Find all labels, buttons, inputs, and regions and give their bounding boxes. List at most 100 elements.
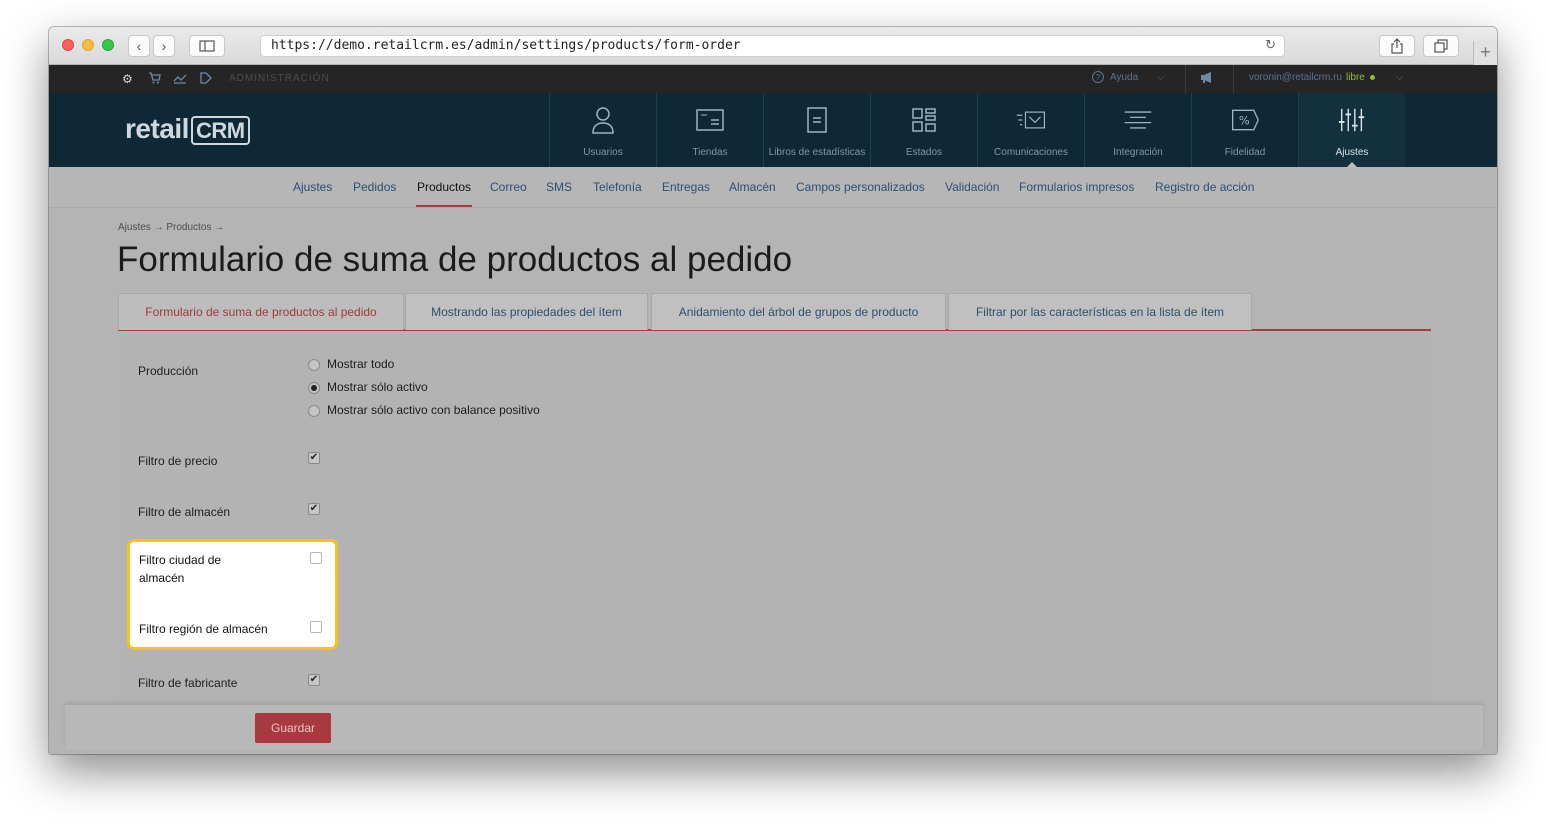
nav-item-usuarios[interactable]: Usuarios <box>549 93 656 167</box>
subnav-item-formularios-impresos[interactable]: Formularios impresos <box>1019 180 1134 194</box>
nav-item-label: Fidelidad <box>1224 147 1266 158</box>
status-dot <box>1369 74 1375 80</box>
nav-item-tiendas[interactable]: Tiendas <box>656 93 763 167</box>
filtro-ciudad-label: Filtro ciudad de almacén <box>139 553 222 585</box>
help-link[interactable]: ? Ayuda ⌵ <box>1092 71 1165 83</box>
admin-bar: ⚙ ADMINISTRACIÓN ? Ayuda ⌵ voronin@retail… <box>49 65 1497 93</box>
nav-item-label: Comunicaciones <box>994 147 1068 158</box>
subnav-item-sms[interactable]: SMS <box>546 180 572 194</box>
nav-item-label: Integración <box>1113 147 1163 158</box>
filtro-fabricante-label: Filtro de fabricante <box>138 676 238 690</box>
filtro-precio-label: Filtro de precio <box>138 454 218 468</box>
settings-subnav: Ajustes Pedidos Productos Correo SMS Telefoní… <box>49 167 1497 208</box>
nav-item-label: Estados <box>905 147 943 158</box>
subnav-item-pedidos[interactable]: Pedidos <box>353 180 396 194</box>
logo-text: retail <box>125 113 189 144</box>
integration-icon <box>1123 105 1153 135</box>
grid-icon <box>909 105 939 135</box>
user-icon <box>588 105 618 135</box>
share-icon <box>1391 38 1403 54</box>
tab-propiedades[interactable]: Mostrando las propiedades del ítem <box>405 293 648 330</box>
tab-filtrar[interactable]: Filtrar por las características en la li… <box>948 293 1252 330</box>
user-email: voronin@retailcrm.ru <box>1249 72 1342 83</box>
question-icon: ? <box>1092 71 1104 83</box>
filtro-precio-checkbox[interactable]: ✔ <box>308 452 320 464</box>
svg-text:%: % <box>1239 113 1250 127</box>
tab-form-suma[interactable]: Formulario de suma de productos al pedid… <box>118 293 404 330</box>
reload-icon[interactable]: ↻ <box>1265 36 1276 56</box>
main-nav: retail CRM Usuarios Tiendas Libros de estad… <box>49 93 1497 167</box>
nav-item-label: Usuarios <box>583 147 623 158</box>
subnav-item-entregas[interactable]: Entregas <box>662 180 710 194</box>
forward-button[interactable]: › <box>153 35 175 57</box>
nav-item-estados[interactable]: Estados <box>870 93 977 167</box>
book-icon <box>802 105 832 135</box>
chevron-right-icon: › <box>161 38 167 54</box>
nav-item-fidelidad[interactable]: % Fidelidad <box>1191 93 1298 167</box>
filtro-ciudad-checkbox[interactable] <box>310 552 322 564</box>
divider <box>1233 65 1234 93</box>
sliders-icon <box>1337 105 1367 135</box>
breadcrumb[interactable]: Ajustes → Productos → <box>118 222 224 233</box>
radio-mostrar-todo[interactable] <box>308 359 320 371</box>
nav-item-libros-de-estad-sticas[interactable]: Libros de estadísticas <box>763 93 870 167</box>
tab-anidamiento[interactable]: Anidamiento del árbol de grupos de produ… <box>651 293 946 330</box>
subnav-item-registro-de-acci-n[interactable]: Registro de acción <box>1155 180 1254 194</box>
browser-toolbar: ‹ › https://demo.retailcrm.es/admin/sett… <box>49 27 1497 65</box>
percent-tag-icon: % <box>1230 105 1260 135</box>
retailcrm-logo[interactable]: retail CRM <box>125 113 250 145</box>
divider <box>1185 65 1186 93</box>
radio-label[interactable]: Mostrar todo <box>327 357 394 371</box>
tabs-overview-button[interactable] <box>1423 35 1459 57</box>
megaphone-icon[interactable] <box>1200 71 1214 87</box>
minimize-window-button[interactable] <box>82 39 94 51</box>
subnav-item-campos-personalizados[interactable]: Campos personalizados <box>796 180 925 194</box>
plan-badge: libre <box>1345 72 1365 83</box>
radio-mostrar-balance-positivo[interactable] <box>308 405 320 417</box>
save-button[interactable]: Guardar <box>255 713 331 743</box>
store-icon <box>695 105 725 135</box>
address-bar[interactable]: https://demo.retailcrm.es/admin/settings… <box>260 35 1285 57</box>
close-window-button[interactable] <box>62 39 74 51</box>
user-menu[interactable]: voronin@retailcrm.ru libre ⌵ <box>1249 72 1403 83</box>
subnav-item-productos[interactable]: Productos <box>417 180 471 194</box>
form-panel: Producción Mostrar todo Mostrar sólo act… <box>118 333 1431 743</box>
subnav-item-telefon-a[interactable]: Telefonía <box>593 180 642 194</box>
analytics-icon[interactable] <box>173 72 187 87</box>
url-text: https://demo.retailcrm.es/admin/settings… <box>271 38 741 53</box>
browser-window: ‹ › https://demo.retailcrm.es/admin/sett… <box>49 27 1497 754</box>
tabs-icon <box>1434 39 1448 53</box>
subnav-item-almac-n[interactable]: Almacén <box>729 180 776 194</box>
filtro-fabricante-checkbox[interactable]: ✔ <box>308 674 320 686</box>
active-underline <box>416 205 472 207</box>
page-title: Formulario de suma de productos al pedid… <box>117 240 793 279</box>
cart-icon[interactable] <box>148 72 161 87</box>
radio-label[interactable]: Mostrar sólo activo <box>327 380 428 394</box>
radio-label[interactable]: Mostrar sólo activo con balance positivo <box>327 403 540 417</box>
mail-icon <box>1016 105 1046 135</box>
tasks-icon[interactable] <box>199 72 212 87</box>
nav-item-ajustes[interactable]: Ajustes <box>1298 93 1405 167</box>
filtro-almacen-checkbox[interactable]: ✔ <box>308 503 320 515</box>
new-tab-button[interactable]: + <box>1473 41 1497 65</box>
share-button[interactable] <box>1379 35 1415 57</box>
maximize-window-button[interactable] <box>102 39 114 51</box>
nav-item-comunicaciones[interactable]: Comunicaciones <box>977 93 1084 167</box>
subnav-item-ajustes[interactable]: Ajustes <box>293 180 332 194</box>
nav-item-label: Ajustes <box>1335 147 1369 158</box>
filtro-almacen-label: Filtro de almacén <box>138 505 231 519</box>
admin-section-label: ADMINISTRACIÓN <box>229 73 330 84</box>
settings-tabs: Formulario de suma de productos al pedid… <box>118 293 1431 331</box>
sidebar-icon <box>199 40 215 52</box>
nav-item-label: Tiendas <box>692 147 728 158</box>
gear-icon[interactable]: ⚙ <box>122 72 133 86</box>
radio-mostrar-solo-activo[interactable] <box>308 382 320 394</box>
chevron-left-icon: ‹ <box>136 38 142 54</box>
back-button[interactable]: ‹ <box>128 35 150 57</box>
sidebar-toggle-button[interactable] <box>189 35 225 57</box>
subnav-item-correo[interactable]: Correo <box>490 180 527 194</box>
help-label: Ayuda <box>1110 72 1139 83</box>
subnav-item-validaci-n[interactable]: Validación <box>945 180 999 194</box>
filtro-region-checkbox[interactable] <box>310 621 322 633</box>
nav-item-integraci-n[interactable]: Integración <box>1084 93 1191 167</box>
